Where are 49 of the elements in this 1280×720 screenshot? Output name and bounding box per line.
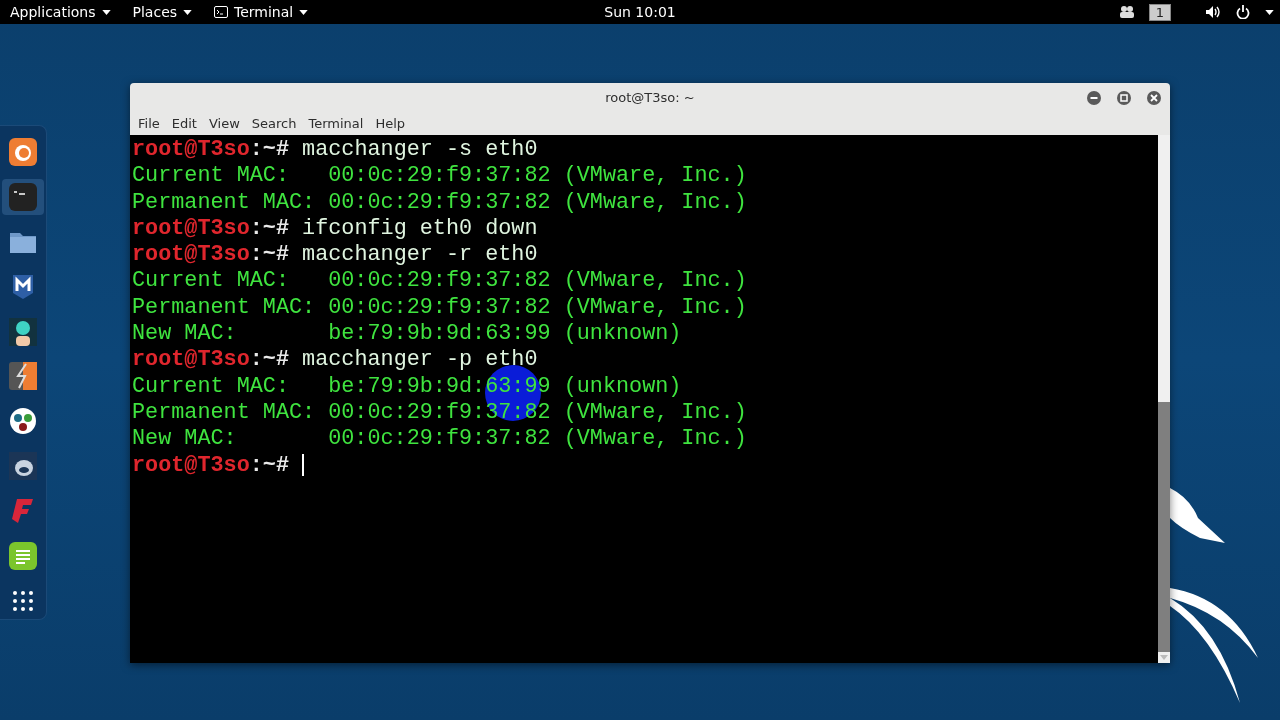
prompt-text: root@T3so <box>132 452 250 478</box>
power-icon[interactable] <box>1235 5 1251 19</box>
menu-item[interactable]: Search <box>245 114 303 133</box>
menu-item[interactable]: Help <box>369 114 412 133</box>
window-title: root@T3so: ~ <box>605 90 695 105</box>
top-bar-menu[interactable]: Places <box>126 4 199 20</box>
prompt-text: root@T3so <box>132 347 250 373</box>
volume-icon[interactable] <box>1205 5 1221 19</box>
command-text: macchanger -p eth0 <box>301 347 538 373</box>
output-text: Current MAC: 00:0c:29:f9:37:82 (VMware, Inc.) <box>132 268 747 294</box>
prompt-text: root@T3so <box>132 242 250 268</box>
output-text: Current MAC: 00:0c:29:f9:37:82 (VMware, Inc.) <box>132 163 747 189</box>
terminal-icon <box>9 182 37 211</box>
clock[interactable]: Sun 10:01 <box>604 4 676 20</box>
command-text: ifconfig eth0 down <box>301 215 538 241</box>
figure-icon <box>9 317 37 346</box>
circles-icon <box>9 407 37 436</box>
prompt-path: :~# <box>249 347 289 373</box>
command-text: macchanger -r eth0 <box>301 242 538 268</box>
output-text: Permanent MAC: 00:0c:29:f9:37:82 (VMware, Inc.) <box>132 294 747 320</box>
prompt-path: :~# <box>249 215 289 241</box>
scrollbar-thumb[interactable] <box>1158 402 1170 652</box>
people-icon[interactable] <box>1118 5 1135 19</box>
minimize-icon[interactable] <box>1086 90 1102 106</box>
maximize-icon[interactable] <box>1116 90 1132 106</box>
output-text: Permanent MAC: 00:0c:29:f9:37:82 (VMware, Inc.) <box>132 189 747 215</box>
top-bar-menu[interactable]: Terminal <box>208 4 315 20</box>
command-text: macchanger -s eth0 <box>301 137 538 162</box>
prompt-text: root@T3so <box>132 215 250 241</box>
prompt-path: :~# <box>249 137 289 162</box>
caret-icon <box>101 9 111 15</box>
menu-item[interactable]: File <box>132 114 166 133</box>
lightning-icon <box>9 362 37 391</box>
top-bar-menu[interactable]: Applications <box>4 4 117 20</box>
menu-item[interactable]: Terminal <box>302 114 370 133</box>
caret-icon <box>299 9 309 15</box>
prompt-text: root@T3so <box>132 137 250 162</box>
close-icon[interactable] <box>1146 90 1162 106</box>
menu-item[interactable]: View <box>202 114 246 133</box>
scrollbar[interactable] <box>1158 135 1170 663</box>
prompt-path: :~# <box>249 452 289 478</box>
workspace-indicator[interactable]: 1 <box>1148 3 1171 21</box>
prompt-path: :~# <box>249 242 289 268</box>
output-text: New MAC: 00:0c:29:f9:37:82 (VMware, Inc.) <box>132 426 747 452</box>
output-text: New MAC: be:79:9b:9d:63:99 (unknown) <box>132 321 682 347</box>
caret-icon <box>183 9 193 15</box>
notes-icon <box>9 542 37 571</box>
menu-item[interactable]: Edit <box>165 114 203 133</box>
caret-icon[interactable] <box>1265 9 1274 15</box>
